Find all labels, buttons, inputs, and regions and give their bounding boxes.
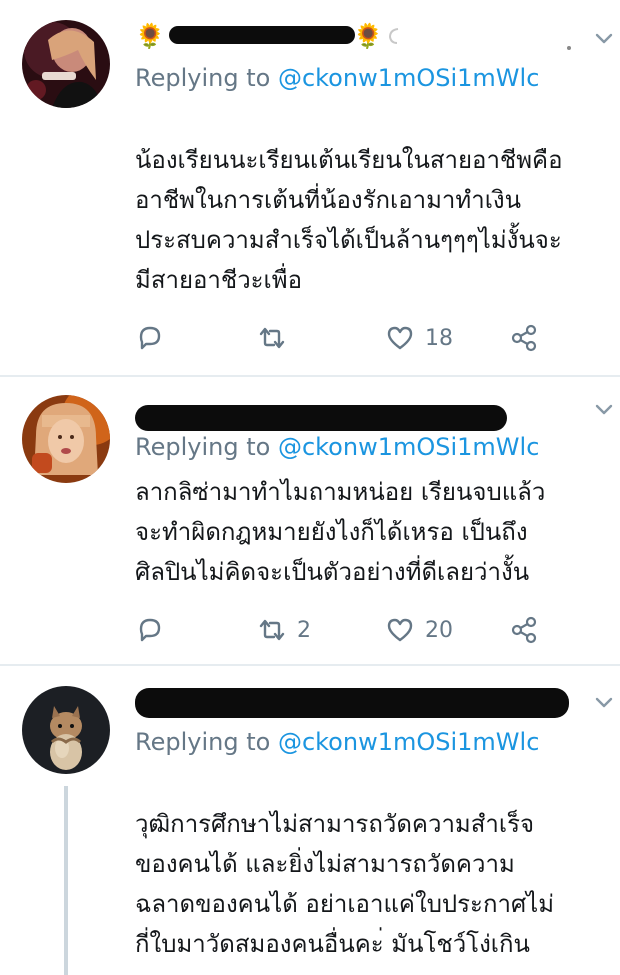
like-count: 20 <box>425 617 453 643</box>
replying-to: Replying to @ckonw1mOSi1mWlc <box>135 63 539 93</box>
tweet-text: วุฒิการศึกษาไม่สามารถวัดความสำเร็จ ของคน… <box>135 804 615 964</box>
tweet-line: กี่ใบมาวัดสมองคนอื่นคะ่ มันโชว์โง่เกิน <box>135 930 530 958</box>
reply-icon <box>139 618 161 642</box>
avatar[interactable] <box>22 686 110 774</box>
reply-handle-link[interactable]: @ckonw1mOSi1mWlc <box>278 433 539 461</box>
tweet-line: ฉลาดของคนได้ อย่าเอาแค่ใบประกาศไม่ <box>135 890 555 918</box>
reply-button[interactable] <box>135 612 175 648</box>
tweet-line: มีสายอาชีวะเพื่อ <box>135 266 302 294</box>
dot <box>567 46 571 50</box>
tweet-header: 🌻 🌻 <box>135 18 575 58</box>
partial-glyph-icon <box>388 28 399 44</box>
avatar[interactable] <box>22 20 110 108</box>
replying-to: Replying to @ckonw1mOSi1mWlc <box>135 727 539 757</box>
tweet-header <box>135 391 575 431</box>
like-count: 18 <box>425 325 453 351</box>
replying-to-label: Replying to <box>135 64 278 92</box>
heart-icon <box>387 326 413 350</box>
avatar-image <box>22 20 110 108</box>
thread-line <box>64 786 68 975</box>
tweet-text: ลากลิซ่ามาทำไมถามหน่อย เรียนจบแล้ว จะทำผ… <box>135 472 615 592</box>
tweet-line: ลากลิซ่ามาทำไมถามหน่อย เรียนจบแล้ว <box>135 478 546 506</box>
tweet-1[interactable]: 🌻 🌻 Replying to @ckonw1mOSi1mWlc น้องเรี… <box>0 0 620 375</box>
share-icon <box>511 616 537 644</box>
redacted-username <box>169 26 355 44</box>
heart-icon <box>387 618 413 642</box>
tweet-2[interactable]: Replying to @ckonw1mOSi1mWlc ลากลิซ่ามาท… <box>0 377 620 664</box>
tweet-line: อาชีพในการเต้นที่น้องรักเอามาทำเงิน <box>135 186 522 214</box>
tweet-line: ประสบความสำเร็จได้เป็นล้านๆๆๆไม่งั้นจะ <box>135 226 562 254</box>
chevron-down-icon[interactable] <box>594 32 614 46</box>
action-bar: 18 <box>135 320 555 356</box>
replying-to-label: Replying to <box>135 728 278 756</box>
retweet-count: 2 <box>297 617 311 643</box>
replying-to-label: Replying to <box>135 433 278 461</box>
action-bar: 2 20 <box>135 612 555 648</box>
share-button[interactable] <box>509 612 539 648</box>
sunflower-icon: 🌻 <box>135 22 165 50</box>
retweet-icon <box>259 327 285 349</box>
avatar-image <box>22 686 110 774</box>
tweet-header <box>135 680 575 720</box>
tweet-text: น้องเรียนนะเรียนเต้นเรียนในสายอาชีพคือ อ… <box>135 140 615 300</box>
retweet-button[interactable] <box>257 320 297 356</box>
avatar[interactable] <box>22 395 110 483</box>
retweet-button[interactable]: 2 <box>257 612 311 648</box>
like-button[interactable]: 20 <box>385 612 453 648</box>
retweet-icon <box>259 619 285 641</box>
tweet-line: ศิลปินไม่คิดจะเป็นตัวอย่างที่ดีเลยว่างั้… <box>135 558 530 586</box>
share-button[interactable] <box>509 320 539 356</box>
tweet-line: วุฒิการศึกษาไม่สามารถวัดความสำเร็จ <box>135 810 535 838</box>
tweet-line: จะทำผิดกฎหมายยังไงก็ได้เหรอ เป็นถึง <box>135 518 528 546</box>
tweet-line: ของคนได้ และยิ่งไม่สามารถวัดความ <box>135 850 515 878</box>
reply-handle-link[interactable]: @ckonw1mOSi1mWlc <box>278 64 539 92</box>
avatar-image <box>22 395 110 483</box>
tweet-3[interactable]: Replying to @ckonw1mOSi1mWlc วุฒิการศึกษ… <box>0 666 620 975</box>
chevron-down-icon[interactable] <box>594 696 614 710</box>
reply-button[interactable] <box>135 320 175 356</box>
sunflower-icon: 🌻 <box>353 22 383 50</box>
redacted-username <box>135 405 507 431</box>
share-icon <box>511 324 537 352</box>
tweet-line: น้องเรียนนะเรียนเต้นเรียนในสายอาชีพคือ <box>135 146 563 174</box>
replying-to: Replying to @ckonw1mOSi1mWlc <box>135 432 539 462</box>
reply-handle-link[interactable]: @ckonw1mOSi1mWlc <box>278 728 539 756</box>
reply-icon <box>139 326 161 350</box>
chevron-down-icon[interactable] <box>594 403 614 417</box>
redacted-username <box>135 688 569 718</box>
like-button[interactable]: 18 <box>385 320 453 356</box>
